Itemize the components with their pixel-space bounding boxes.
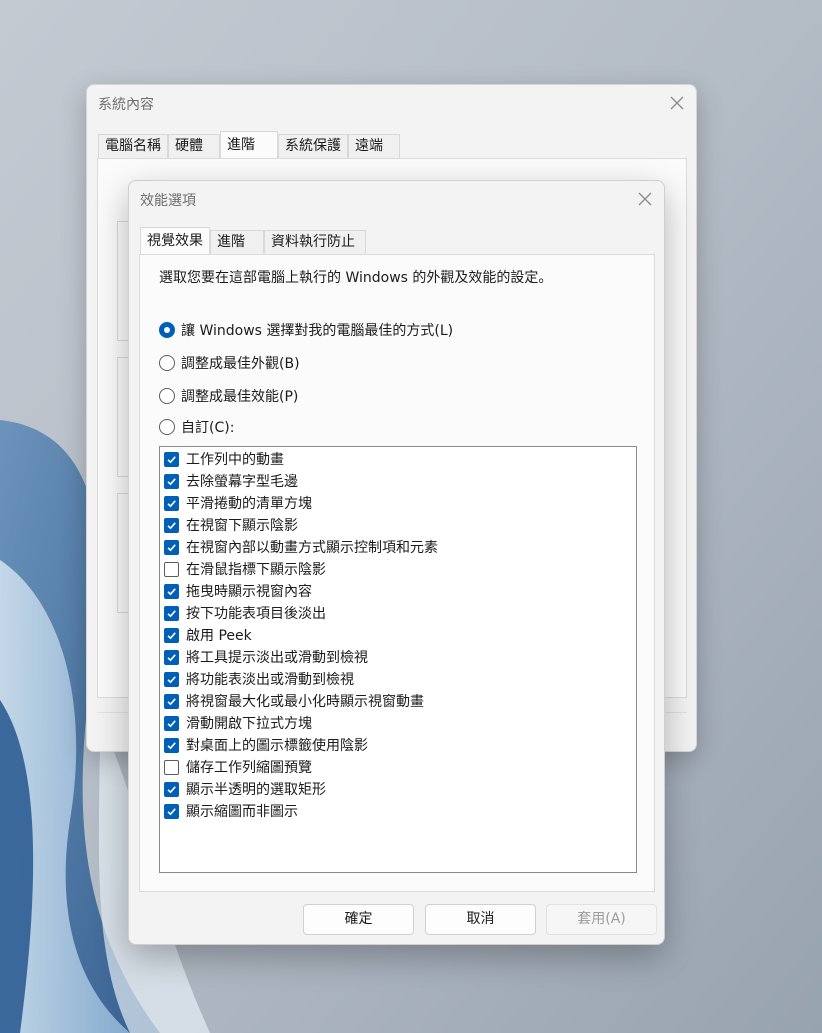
option-label: 拖曳時顯示視窗內容 — [186, 584, 312, 600]
option-row[interactable]: 儲存工作列縮圖預覽 — [164, 757, 312, 777]
checkmark-icon — [167, 675, 176, 683]
tab-remote[interactable]: 遠端 — [348, 134, 400, 158]
option-row[interactable]: 將功能表淡出或滑動到檢視 — [164, 669, 354, 689]
radio-button[interactable] — [159, 322, 175, 338]
option-row[interactable]: 去除螢幕字型毛邊 — [164, 471, 298, 491]
checkbox-checked[interactable] — [164, 473, 179, 489]
option-label: 顯示縮圖而非圖示 — [186, 804, 298, 820]
visual-effects-list[interactable]: 工作列中的動畫 去除螢幕字型毛邊 平滑捲動的清單方塊 在視窗下顯示陰影在視窗內部以動畫… — [159, 446, 637, 873]
checkbox-unchecked[interactable] — [164, 759, 179, 775]
option-row[interactable]: 啟用 Peek — [164, 625, 252, 645]
option-row[interactable]: 在滑鼠指標下顯示陰影 — [164, 559, 326, 579]
option-label: 去除螢幕字型毛邊 — [186, 474, 298, 490]
checkbox-unchecked[interactable] — [164, 561, 179, 577]
option-row[interactable]: 對桌面上的圖示標籤使用陰影 — [164, 735, 368, 755]
radio-button[interactable] — [159, 388, 175, 404]
option-label: 啟用 Peek — [186, 628, 252, 644]
option-row[interactable]: 按下功能表項目後淡出 — [164, 603, 326, 623]
option-row[interactable]: 工作列中的動畫 — [164, 449, 284, 469]
tab-data-execution-prevention[interactable]: 資料執行防止 — [264, 230, 366, 254]
checkbox-checked[interactable] — [164, 605, 179, 621]
option-label: 在視窗下顯示陰影 — [186, 518, 298, 534]
checkmark-icon — [167, 587, 176, 595]
option-label: 平滑捲動的清單方塊 — [186, 496, 312, 512]
dialog-title: 效能選項 — [140, 193, 196, 209]
radio-best-appearance[interactable]: 調整成最佳外觀(B) — [159, 353, 300, 373]
description-text: 選取您要在這部電腦上執行的 Windows 的外觀及效能的設定。 — [159, 270, 553, 286]
checkmark-icon — [167, 521, 176, 529]
radio-label: 調整成最佳外觀(B) — [181, 356, 300, 372]
option-label: 將視窗最大化或最小化時顯示視窗動畫 — [186, 694, 424, 710]
option-label: 儲存工作列縮圖預覽 — [186, 760, 312, 776]
checkmark-icon — [167, 455, 176, 463]
radio-label: 自訂(C): — [181, 420, 235, 436]
radio-button[interactable] — [159, 419, 175, 435]
close-icon[interactable] — [635, 189, 655, 209]
checkbox-checked[interactable] — [164, 517, 179, 533]
close-icon[interactable] — [667, 93, 687, 113]
radio-label: 讓 Windows 選擇對我的電腦最佳的方式(L) — [181, 323, 454, 339]
option-label: 按下功能表項目後淡出 — [186, 606, 326, 622]
checkmark-icon — [167, 719, 176, 727]
checkmark-icon — [167, 697, 176, 705]
checkmark-icon — [167, 741, 176, 749]
checkbox-checked[interactable] — [164, 649, 179, 665]
checkbox-checked[interactable] — [164, 737, 179, 753]
tab-advanced[interactable]: 進階 — [220, 131, 278, 158]
option-row[interactable]: 在視窗下顯示陰影 — [164, 515, 298, 535]
checkmark-icon — [167, 785, 176, 793]
checkbox-checked[interactable] — [164, 495, 179, 511]
checkbox-checked[interactable] — [164, 451, 179, 467]
radio-custom[interactable]: 自訂(C): — [159, 417, 234, 437]
option-label: 對桌面上的圖示標籤使用陰影 — [186, 738, 368, 754]
tab-computer-name[interactable]: 電腦名稱 — [98, 134, 168, 158]
option-row[interactable]: 滑動開啟下拉式方塊 — [164, 713, 312, 733]
checkbox-checked[interactable] — [164, 781, 179, 797]
option-row[interactable]: 將視窗最大化或最小化時顯示視窗動畫 — [164, 691, 424, 711]
option-label: 顯示半透明的選取矩形 — [186, 782, 326, 798]
radio-button[interactable] — [159, 355, 175, 371]
checkmark-icon — [167, 653, 176, 661]
checkbox-checked[interactable] — [164, 715, 179, 731]
option-label: 將功能表淡出或滑動到檢視 — [186, 672, 354, 688]
option-label: 在視窗內部以動畫方式顯示控制項和元素 — [186, 540, 438, 556]
checkbox-checked[interactable] — [164, 583, 179, 599]
checkbox-checked[interactable] — [164, 671, 179, 687]
ok-button[interactable]: 確定 — [303, 904, 414, 935]
checkmark-icon — [167, 807, 176, 815]
option-row[interactable]: 將工具提示淡出或滑動到檢視 — [164, 647, 368, 667]
checkmark-icon — [167, 477, 176, 485]
option-label: 在滑鼠指標下顯示陰影 — [186, 562, 326, 578]
radio-let-windows-choose[interactable]: 讓 Windows 選擇對我的電腦最佳的方式(L) — [159, 320, 453, 340]
checkmark-icon — [167, 609, 176, 617]
checkbox-checked[interactable] — [164, 693, 179, 709]
checkmark-icon — [167, 543, 176, 551]
tab-visual-effects[interactable]: 視覺效果 — [140, 227, 210, 254]
tab-hardware[interactable]: 硬體 — [168, 134, 220, 158]
checkmark-icon — [167, 631, 176, 639]
radio-label: 調整成最佳效能(P) — [181, 389, 299, 405]
visual-effects-panel: 選取您要在這部電腦上執行的 Windows 的外觀及效能的設定。 讓 Windo… — [139, 254, 655, 892]
option-row[interactable]: 平滑捲動的清單方塊 — [164, 493, 312, 513]
option-row[interactable]: 顯示半透明的選取矩形 — [164, 779, 326, 799]
option-row[interactable]: 在視窗內部以動畫方式顯示控制項和元素 — [164, 537, 438, 557]
tab-advanced[interactable]: 進階 — [210, 230, 264, 254]
option-label: 將工具提示淡出或滑動到檢視 — [186, 650, 368, 666]
option-row[interactable]: 顯示縮圖而非圖示 — [164, 801, 298, 821]
checkbox-checked[interactable] — [164, 803, 179, 819]
option-row[interactable]: 拖曳時顯示視窗內容 — [164, 581, 312, 601]
performance-options-dialog: 效能選項 視覺效果 進階 資料執行防止 選取您要在這部電腦上執行的 Window… — [128, 180, 665, 945]
apply-button[interactable]: 套用(A) — [546, 904, 657, 935]
option-label: 工作列中的動畫 — [186, 452, 284, 468]
system-properties-title: 系統內容 — [98, 97, 154, 113]
option-label: 滑動開啟下拉式方塊 — [186, 716, 312, 732]
radio-best-performance[interactable]: 調整成最佳效能(P) — [159, 386, 298, 406]
tab-system-protection[interactable]: 系統保護 — [278, 134, 348, 158]
checkmark-icon — [167, 499, 176, 507]
cancel-button[interactable]: 取消 — [425, 904, 536, 935]
checkbox-checked[interactable] — [164, 627, 179, 643]
checkbox-checked[interactable] — [164, 539, 179, 555]
